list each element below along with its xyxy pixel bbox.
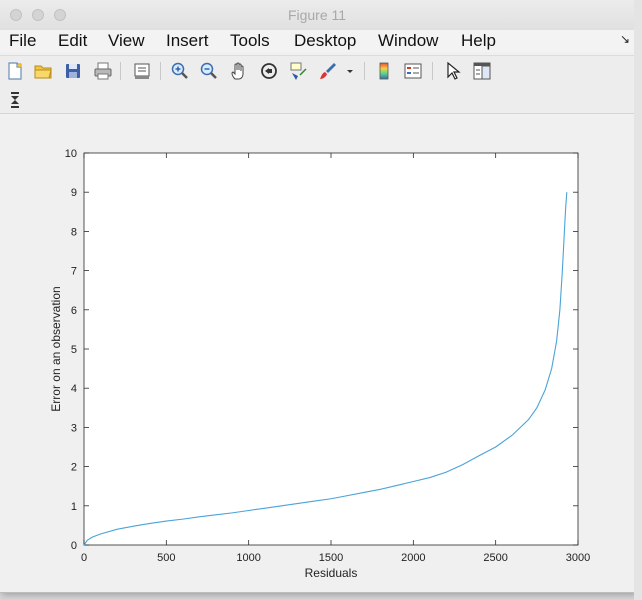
menu-bar: File Edit View Insert Tools Desktop Wind… bbox=[0, 30, 634, 52]
line-chart[interactable]: 0 1 2 3 4 5 6 7 8 9 10 0 500 1000 1500 2000 2500 3000 Re… bbox=[0, 114, 634, 592]
y-axis-label: Error on an observation bbox=[49, 286, 63, 411]
pan-hand-icon[interactable] bbox=[229, 61, 249, 81]
pointer-icon[interactable] bbox=[443, 61, 463, 81]
x-tick-label: 2000 bbox=[401, 552, 425, 564]
y-tick-label: 2 bbox=[71, 462, 77, 474]
figure-toolbar bbox=[0, 55, 634, 87]
colorbar-icon[interactable] bbox=[374, 61, 394, 81]
print-preview-icon[interactable] bbox=[132, 61, 152, 81]
y-tick-label: 1 bbox=[71, 501, 77, 513]
menu-edit[interactable]: Edit bbox=[58, 31, 87, 51]
save-icon[interactable] bbox=[63, 61, 83, 81]
y-tick-label: 7 bbox=[71, 266, 77, 278]
menu-insert[interactable]: Insert bbox=[166, 31, 209, 51]
toolbar-separator bbox=[160, 62, 161, 80]
y-tick-label: 8 bbox=[71, 226, 77, 238]
title-bar[interactable]: Figure 11 bbox=[0, 0, 634, 31]
x-tick-label: 1500 bbox=[319, 552, 343, 564]
y-tick-label: 10 bbox=[65, 148, 77, 160]
new-figure-icon[interactable] bbox=[5, 61, 25, 81]
toolbar-separator bbox=[120, 62, 121, 80]
axes-box bbox=[83, 152, 579, 546]
y-tick-label: 3 bbox=[71, 422, 77, 434]
zoom-in-icon[interactable] bbox=[170, 61, 190, 81]
menu-tools[interactable]: Tools bbox=[230, 31, 270, 51]
y-tick-label: 0 bbox=[71, 540, 77, 552]
y-tick-label: 4 bbox=[71, 383, 77, 395]
x-tick-label: 500 bbox=[157, 552, 175, 564]
rotate-3d-icon[interactable] bbox=[259, 61, 279, 81]
x-tick-label: 2500 bbox=[483, 552, 507, 564]
menu-help[interactable]: Help bbox=[461, 31, 496, 51]
property-editor-icon[interactable] bbox=[472, 61, 492, 81]
window-title: Figure 11 bbox=[287, 7, 347, 23]
brush-dropdown-icon[interactable] bbox=[344, 61, 356, 81]
toolbar-separator bbox=[364, 62, 365, 80]
y-tick-label: 9 bbox=[71, 187, 77, 199]
y-tick-label: 5 bbox=[71, 344, 77, 356]
menu-window[interactable]: Window bbox=[378, 31, 438, 51]
legend-icon[interactable] bbox=[403, 61, 423, 81]
open-file-icon[interactable] bbox=[33, 61, 53, 81]
menu-desktop[interactable]: Desktop bbox=[294, 31, 356, 51]
zoom-out-icon[interactable] bbox=[199, 61, 219, 81]
dock-figure-icon[interactable] bbox=[5, 90, 25, 110]
brush-icon[interactable] bbox=[318, 61, 338, 81]
figure-window: Figure 11 File Edit View Insert Tools De… bbox=[0, 0, 635, 593]
background-window-edge bbox=[634, 0, 642, 600]
x-tick-label: 3000 bbox=[566, 552, 590, 564]
toolbar-separator bbox=[432, 62, 433, 80]
print-icon[interactable] bbox=[93, 61, 113, 81]
menu-file[interactable]: File bbox=[9, 31, 36, 51]
x-tick-label: 1000 bbox=[236, 552, 260, 564]
plot-area: 0 1 2 3 4 5 6 7 8 9 10 0 500 1000 1500 2000 2500 3000 Re… bbox=[0, 114, 634, 592]
data-cursor-icon[interactable] bbox=[288, 61, 308, 81]
menu-view[interactable]: View bbox=[108, 31, 145, 51]
y-tick-label: 6 bbox=[71, 305, 77, 317]
x-axis-label: Residuals bbox=[305, 566, 358, 580]
x-tick-label: 0 bbox=[81, 552, 87, 564]
undock-arrow-icon[interactable]: ↘ bbox=[620, 32, 630, 46]
figure-toolbar-secondary bbox=[0, 86, 634, 114]
